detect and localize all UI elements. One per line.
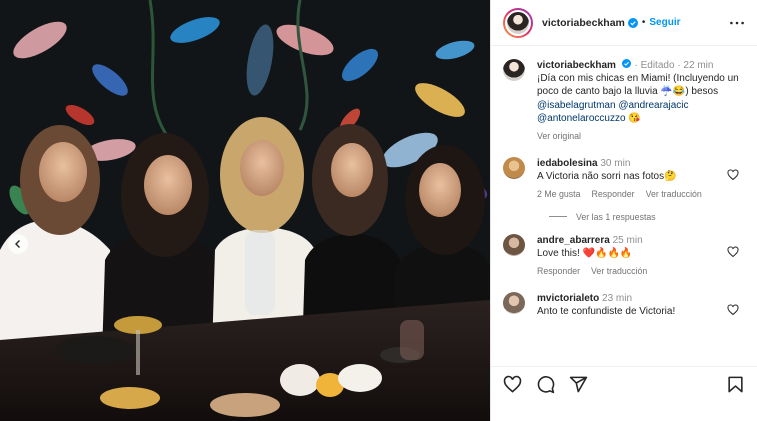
heart-icon[interactable] (727, 303, 739, 316)
carousel-prev-button[interactable] (8, 234, 28, 254)
comment-text: Love this! ❤️🔥🔥🔥 (537, 247, 633, 259)
reply-button[interactable]: Responder (537, 266, 580, 278)
follow-button[interactable]: Seguir (649, 17, 680, 28)
caption-text: ¡Día con mis chicas en Miami! (Incluyend… (537, 73, 739, 124)
reply-button[interactable]: Responder (592, 189, 635, 201)
verified-badge-icon (621, 59, 632, 69)
photo-illustration (0, 0, 490, 421)
author-username[interactable]: victoriabeckham (542, 17, 625, 29)
commenter-avatar[interactable] (503, 156, 525, 179)
caption-emoji: 😘 (628, 112, 641, 124)
commenter-avatar[interactable] (503, 291, 525, 314)
caption-username[interactable]: victoriabeckham (537, 60, 616, 71)
comment-row: iedabolesina 30 min A Victoria não sorri… (503, 156, 745, 201)
heart-icon[interactable] (727, 169, 739, 181)
commenter-avatar[interactable] (503, 233, 525, 256)
replies-divider (549, 216, 567, 218)
translate-button[interactable]: Ver traducción (646, 189, 702, 201)
comment-text: A Victoria não sorri nas fotos🤔 (537, 170, 677, 182)
comment-row: mvictorialeto 23 min Anto te confundiste… (503, 291, 745, 318)
comment-username[interactable]: andre_abarrera (537, 235, 610, 246)
heart-icon[interactable] (727, 245, 739, 258)
panel-bottom (491, 400, 757, 421)
heart-icon[interactable] (503, 375, 522, 394)
caption-edited: · Editado · (634, 60, 681, 71)
view-replies-button[interactable]: Ver las 1 respuestas (549, 212, 745, 222)
mention-andrearajacic[interactable]: @andrearajacic (618, 100, 688, 111)
header-separator: • (641, 17, 646, 28)
bookmark-icon[interactable] (726, 375, 745, 394)
verified-badge-icon (627, 17, 638, 28)
post-side-panel: victoriabeckham • Seguir victoriabeckham… (490, 0, 757, 421)
see-original-link[interactable]: Ver original (537, 131, 745, 143)
mention-antonelaroccuzzo[interactable]: @antonelaroccuzzo (537, 113, 626, 124)
post-photo[interactable] (0, 0, 490, 421)
caption-time[interactable]: 22 min (683, 60, 713, 71)
share-icon[interactable] (569, 375, 588, 394)
more-horizontal-icon[interactable] (729, 20, 745, 26)
comment-time[interactable]: 25 min (613, 235, 643, 246)
author-avatar[interactable] (503, 7, 533, 38)
comment-row: andre_abarrera 25 min Love this! ❤️🔥🔥🔥 R… (503, 233, 745, 278)
mention-isabelagrutman[interactable]: @isabelagrutman (537, 100, 616, 111)
chevron-left-icon (15, 240, 20, 248)
comment-text: Anto te confundiste de Victoria! (537, 305, 676, 317)
caption-avatar[interactable] (503, 59, 525, 81)
comment-icon[interactable] (536, 375, 555, 394)
comments-list[interactable]: victoriabeckham · Editado · 22 min ¡Día … (491, 47, 757, 365)
post-caption: victoriabeckham · Editado · 22 min ¡Día … (503, 59, 745, 143)
translate-button[interactable]: Ver traducción (591, 266, 647, 278)
post-header: victoriabeckham • Seguir (491, 0, 757, 46)
comment-username[interactable]: iedabolesina (537, 158, 598, 169)
comment-username[interactable]: mvictorialeto (537, 293, 599, 304)
post-actions-bar (491, 366, 757, 402)
view-replies-label: Ver las 1 respuestas (576, 211, 656, 222)
comment-time[interactable]: 23 min (602, 293, 632, 304)
comment-time[interactable]: 30 min (600, 158, 630, 169)
comment-likes[interactable]: 2 Me gusta (537, 189, 581, 201)
